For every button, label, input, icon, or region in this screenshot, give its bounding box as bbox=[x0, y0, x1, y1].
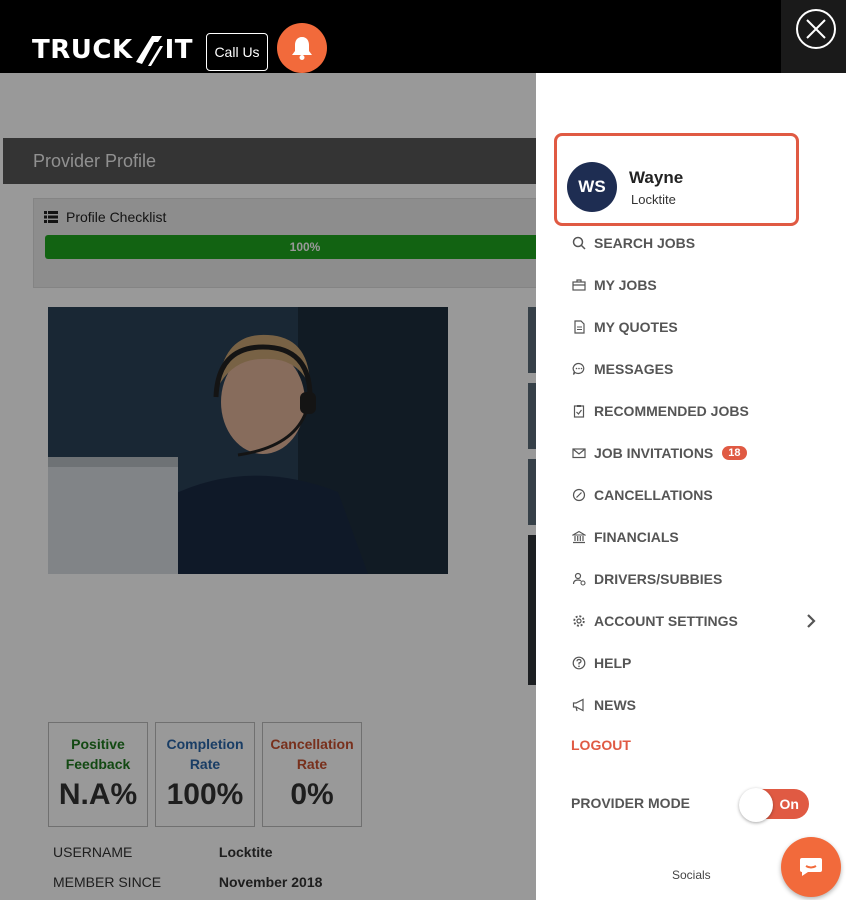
avatar: WS bbox=[567, 162, 617, 212]
menu-item-job-invitations[interactable]: JOB INVITATIONS 18 bbox=[571, 443, 747, 463]
bank-icon bbox=[571, 530, 586, 545]
help-circle-icon bbox=[571, 656, 586, 671]
logo-text-right: IT bbox=[164, 35, 194, 65]
menu-item-my-jobs[interactable]: MY JOBS bbox=[571, 275, 657, 295]
megaphone-icon bbox=[571, 698, 586, 713]
menu-label: CANCELLATIONS bbox=[594, 487, 713, 503]
menu-label: FINANCIALS bbox=[594, 529, 679, 545]
menu-label: MESSAGES bbox=[594, 361, 674, 377]
menu-label: HELP bbox=[594, 655, 632, 671]
notifications-button[interactable] bbox=[277, 23, 327, 73]
chevron-right-icon[interactable] bbox=[806, 614, 816, 628]
provider-mode-toggle[interactable]: On bbox=[739, 788, 809, 822]
driver-icon bbox=[571, 572, 586, 587]
toggle-state: On bbox=[779, 796, 799, 812]
menu-item-drivers-subbies[interactable]: DRIVERS/SUBBIES bbox=[571, 569, 722, 589]
toggle-knob bbox=[739, 788, 773, 822]
logo-arrow-icon bbox=[135, 36, 163, 66]
drawer-backdrop[interactable] bbox=[0, 73, 536, 900]
chat-icon bbox=[800, 858, 822, 876]
bell-icon bbox=[292, 37, 312, 60]
user-profile-card[interactable]: WS Wayne Locktite bbox=[554, 133, 799, 226]
briefcase-icon bbox=[571, 278, 586, 293]
menu-item-messages[interactable]: MESSAGES bbox=[571, 359, 673, 379]
menu-item-help[interactable]: HELP bbox=[571, 653, 631, 673]
envelope-icon bbox=[571, 446, 586, 461]
menu-label: MY JOBS bbox=[594, 277, 657, 293]
live-chat-button[interactable] bbox=[781, 837, 841, 897]
top-navbar: TRUCK IT Call Us bbox=[0, 0, 846, 73]
clipboard-check-icon bbox=[571, 404, 586, 419]
menu-item-financials[interactable]: FINANCIALS bbox=[571, 527, 679, 547]
call-us-button[interactable]: Call Us bbox=[206, 33, 268, 71]
menu-label: ACCOUNT SETTINGS bbox=[594, 613, 738, 629]
user-company: Locktite bbox=[631, 192, 676, 207]
menu-item-cancellations[interactable]: CANCELLATIONS bbox=[571, 485, 713, 505]
invitations-count-badge: 18 bbox=[722, 446, 747, 460]
menu-item-recommended-jobs[interactable]: RECOMMENDED JOBS bbox=[571, 401, 749, 421]
side-drawer-menu: WS Wayne Locktite SEARCH JOBS MY JOBS MY… bbox=[536, 73, 846, 900]
logout-link[interactable]: LOGOUT bbox=[571, 737, 631, 753]
chat-bubble-icon bbox=[571, 362, 586, 377]
menu-label: MY QUOTES bbox=[594, 319, 678, 335]
socials-label: Socials bbox=[672, 868, 711, 882]
user-name: Wayne bbox=[629, 168, 684, 187]
menu-item-news[interactable]: NEWS bbox=[571, 695, 636, 715]
menu-label: NEWS bbox=[594, 697, 636, 713]
search-icon bbox=[571, 236, 586, 251]
menu-label: DRIVERS/SUBBIES bbox=[594, 571, 723, 587]
menu-item-my-quotes[interactable]: MY QUOTES bbox=[571, 317, 678, 337]
truckit-logo[interactable]: TRUCK IT bbox=[32, 30, 193, 70]
menu-label: SEARCH JOBS bbox=[594, 235, 696, 251]
menu-item-search-jobs[interactable]: SEARCH JOBS bbox=[571, 233, 695, 253]
logo-text-left: TRUCK bbox=[32, 35, 133, 65]
close-icon bbox=[806, 19, 826, 39]
menu-label: RECOMMENDED JOBS bbox=[594, 403, 749, 419]
close-drawer-button[interactable] bbox=[796, 9, 836, 49]
document-icon bbox=[571, 320, 586, 335]
provider-mode-label: PROVIDER MODE bbox=[571, 795, 691, 811]
cancel-circle-icon bbox=[571, 488, 586, 503]
gear-icon bbox=[571, 614, 586, 629]
menu-label: JOB INVITATIONS bbox=[594, 445, 714, 461]
menu-item-account-settings[interactable]: ACCOUNT SETTINGS bbox=[571, 611, 738, 631]
